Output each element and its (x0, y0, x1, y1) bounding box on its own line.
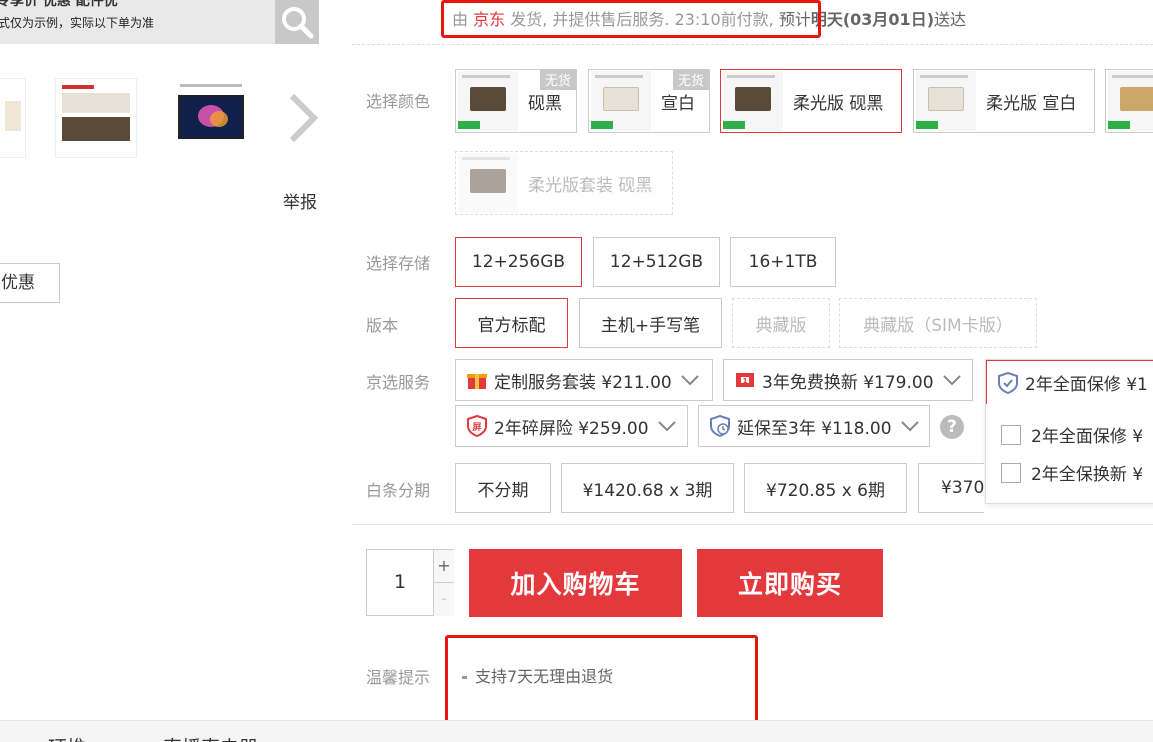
color-label: 选择颜色 (366, 92, 431, 111)
color-option-yanhei[interactable]: 砚黑 无货 (455, 69, 577, 133)
coupon-button[interactable]: 优惠 (0, 263, 60, 303)
warranty-head-label: 2年全面保修 ¥1 (1025, 375, 1148, 395)
service-3yr-replace[interactable]: 1 3年免费换新 ¥179.00 (723, 359, 973, 401)
color-thumb (1108, 71, 1153, 131)
divider (352, 524, 1153, 525)
storage-option-1tb[interactable]: 16+1TB (730, 237, 836, 287)
storage-option-256[interactable]: 12+256GB (455, 237, 582, 287)
chevron-down-icon (657, 421, 676, 432)
screen-shield-icon: 屏 (467, 415, 487, 437)
help-icon[interactable]: ? (940, 415, 964, 439)
warranty-dropdown: 2年全面保修 ¥1 2年全面保修 ¥ 2年全保换新 ¥ (985, 359, 1153, 504)
add-to-cart-button[interactable]: 加入购物车 (469, 549, 682, 617)
color-thumb (723, 71, 783, 131)
refresh-box-icon: 1 (736, 373, 754, 387)
search-button[interactable] (275, 0, 319, 44)
color-thumb (458, 71, 518, 131)
eta-date: 明天(03月01日) (810, 10, 935, 29)
color-thumb (916, 71, 976, 131)
clock-shield-icon (710, 415, 730, 437)
service-custom-set-label: 定制服务套装 ¥211.00 (494, 372, 672, 393)
chevron-right-icon (289, 93, 319, 143)
thumbnail-1[interactable] (0, 78, 26, 158)
version-option-pen[interactable]: 主机+手写笔 (579, 298, 722, 348)
warranty-dropdown-head[interactable]: 2年全面保修 ¥1 (986, 360, 1153, 404)
color-thumb (591, 71, 651, 131)
checkbox[interactable] (1001, 462, 1021, 483)
version-option-collector-sim[interactable]: 典藏版（SIM卡版） (839, 298, 1037, 348)
quantity-minus-button[interactable]: - (433, 583, 454, 616)
color-option-label: 宣白 (661, 93, 695, 114)
out-of-stock-badge: 无货 (539, 70, 576, 90)
quantity-value[interactable]: 1 (367, 550, 433, 615)
checkbox[interactable] (1001, 424, 1021, 445)
color-option-label: 柔光版 宣白 (986, 93, 1077, 114)
svg-text:1: 1 (743, 377, 748, 385)
eta-suffix: 送达 (934, 10, 967, 29)
warranty-option-label: 2年全面保修 ¥ (1031, 427, 1144, 447)
color-option-rouguang-xuanbai[interactable]: 柔光版 宣白 (913, 69, 1095, 133)
warranty-option-label: 2年全保换新 ¥ (1031, 465, 1144, 485)
gallery-next-button[interactable] (284, 92, 324, 144)
installment-12[interactable]: ¥370 (918, 463, 984, 513)
gift-icon (467, 374, 487, 389)
storage-option-512[interactable]: 12+512GB (593, 237, 720, 287)
thumbnail-2[interactable] (55, 78, 137, 158)
installment-label: 白条分期 (366, 481, 431, 500)
bottom-tab-bar: 环推 直播直电器 (0, 720, 1153, 742)
version-option-standard[interactable]: 官方标配 (455, 298, 568, 348)
shield-icon (998, 371, 1018, 394)
color-option-label: 柔光版套装 砚黑 (528, 175, 653, 196)
version-label: 版本 (366, 316, 399, 335)
promo-disclaimer: 式仅为示例，实际以下单为准 (0, 16, 155, 30)
color-option-partial[interactable] (1105, 69, 1153, 133)
service-extend-label: 延保至3年 ¥118.00 (737, 418, 892, 439)
service-label: 京选服务 (366, 373, 431, 392)
search-icon (282, 7, 314, 39)
buy-now-button[interactable]: 立即购买 (697, 549, 883, 617)
service-screen-label: 2年碎屏险 ¥259.00 (494, 418, 649, 439)
chevron-down-icon (680, 375, 699, 386)
delivery-highlight-box (441, 0, 821, 38)
color-thumb (458, 153, 518, 213)
chevron-down-icon (942, 375, 961, 386)
color-option-rouguang-set-yanhei[interactable]: 柔光版套装 砚黑 (455, 151, 673, 215)
report-link[interactable]: 举报 (283, 188, 317, 213)
warranty-option-full-replace[interactable]: 2年全保换新 ¥ (1001, 460, 1143, 485)
service-3yr-replace-label: 3年免费换新 ¥179.00 (762, 372, 934, 393)
color-option-label: 砚黑 (528, 93, 562, 114)
bottom-tab-2[interactable]: 直播直电器 (163, 733, 258, 742)
service-2yr-repair[interactable]: 屏 2年碎屏险 ¥259.00 (455, 405, 688, 447)
color-option-label: 柔光版 砚黑 (793, 93, 884, 114)
installment-3[interactable]: ¥1420.68 x 3期 (561, 463, 734, 513)
bottom-tab-1[interactable]: 环推 (48, 733, 86, 742)
color-option-rouguang-yanhei[interactable]: 柔光版 砚黑 (720, 69, 902, 133)
chevron-down-icon (900, 421, 919, 432)
version-option-collector[interactable]: 典藏版 (732, 298, 830, 348)
out-of-stock-badge: 无货 (672, 70, 709, 90)
promo-tabs-text: 专享价 优惠 配件优 (0, 0, 118, 9)
tips-highlight-box (445, 635, 758, 726)
storage-label: 选择存储 (366, 254, 431, 273)
warranty-option-full-repair[interactable]: 2年全面保修 ¥ (1001, 422, 1143, 447)
installment-6[interactable]: ¥720.85 x 6期 (744, 463, 907, 513)
divider (352, 44, 1153, 45)
quantity-plus-button[interactable]: + (433, 550, 454, 583)
quantity-stepper[interactable]: 1 + - (366, 549, 454, 616)
tips-label: 温馨提示 (366, 668, 431, 687)
svg-text:屏: 屏 (472, 422, 481, 433)
installment-none[interactable]: 不分期 (455, 463, 551, 513)
color-option-xuanbai[interactable]: 宣白 无货 (588, 69, 710, 133)
promo-strip: 专享价 优惠 配件优 式仅为示例，实际以下单为准 (0, 0, 275, 44)
thumbnail-3[interactable] (170, 78, 252, 158)
service-extend-warranty[interactable]: 延保至3年 ¥118.00 (698, 405, 930, 447)
service-custom-set[interactable]: 定制服务套装 ¥211.00 (455, 359, 713, 401)
